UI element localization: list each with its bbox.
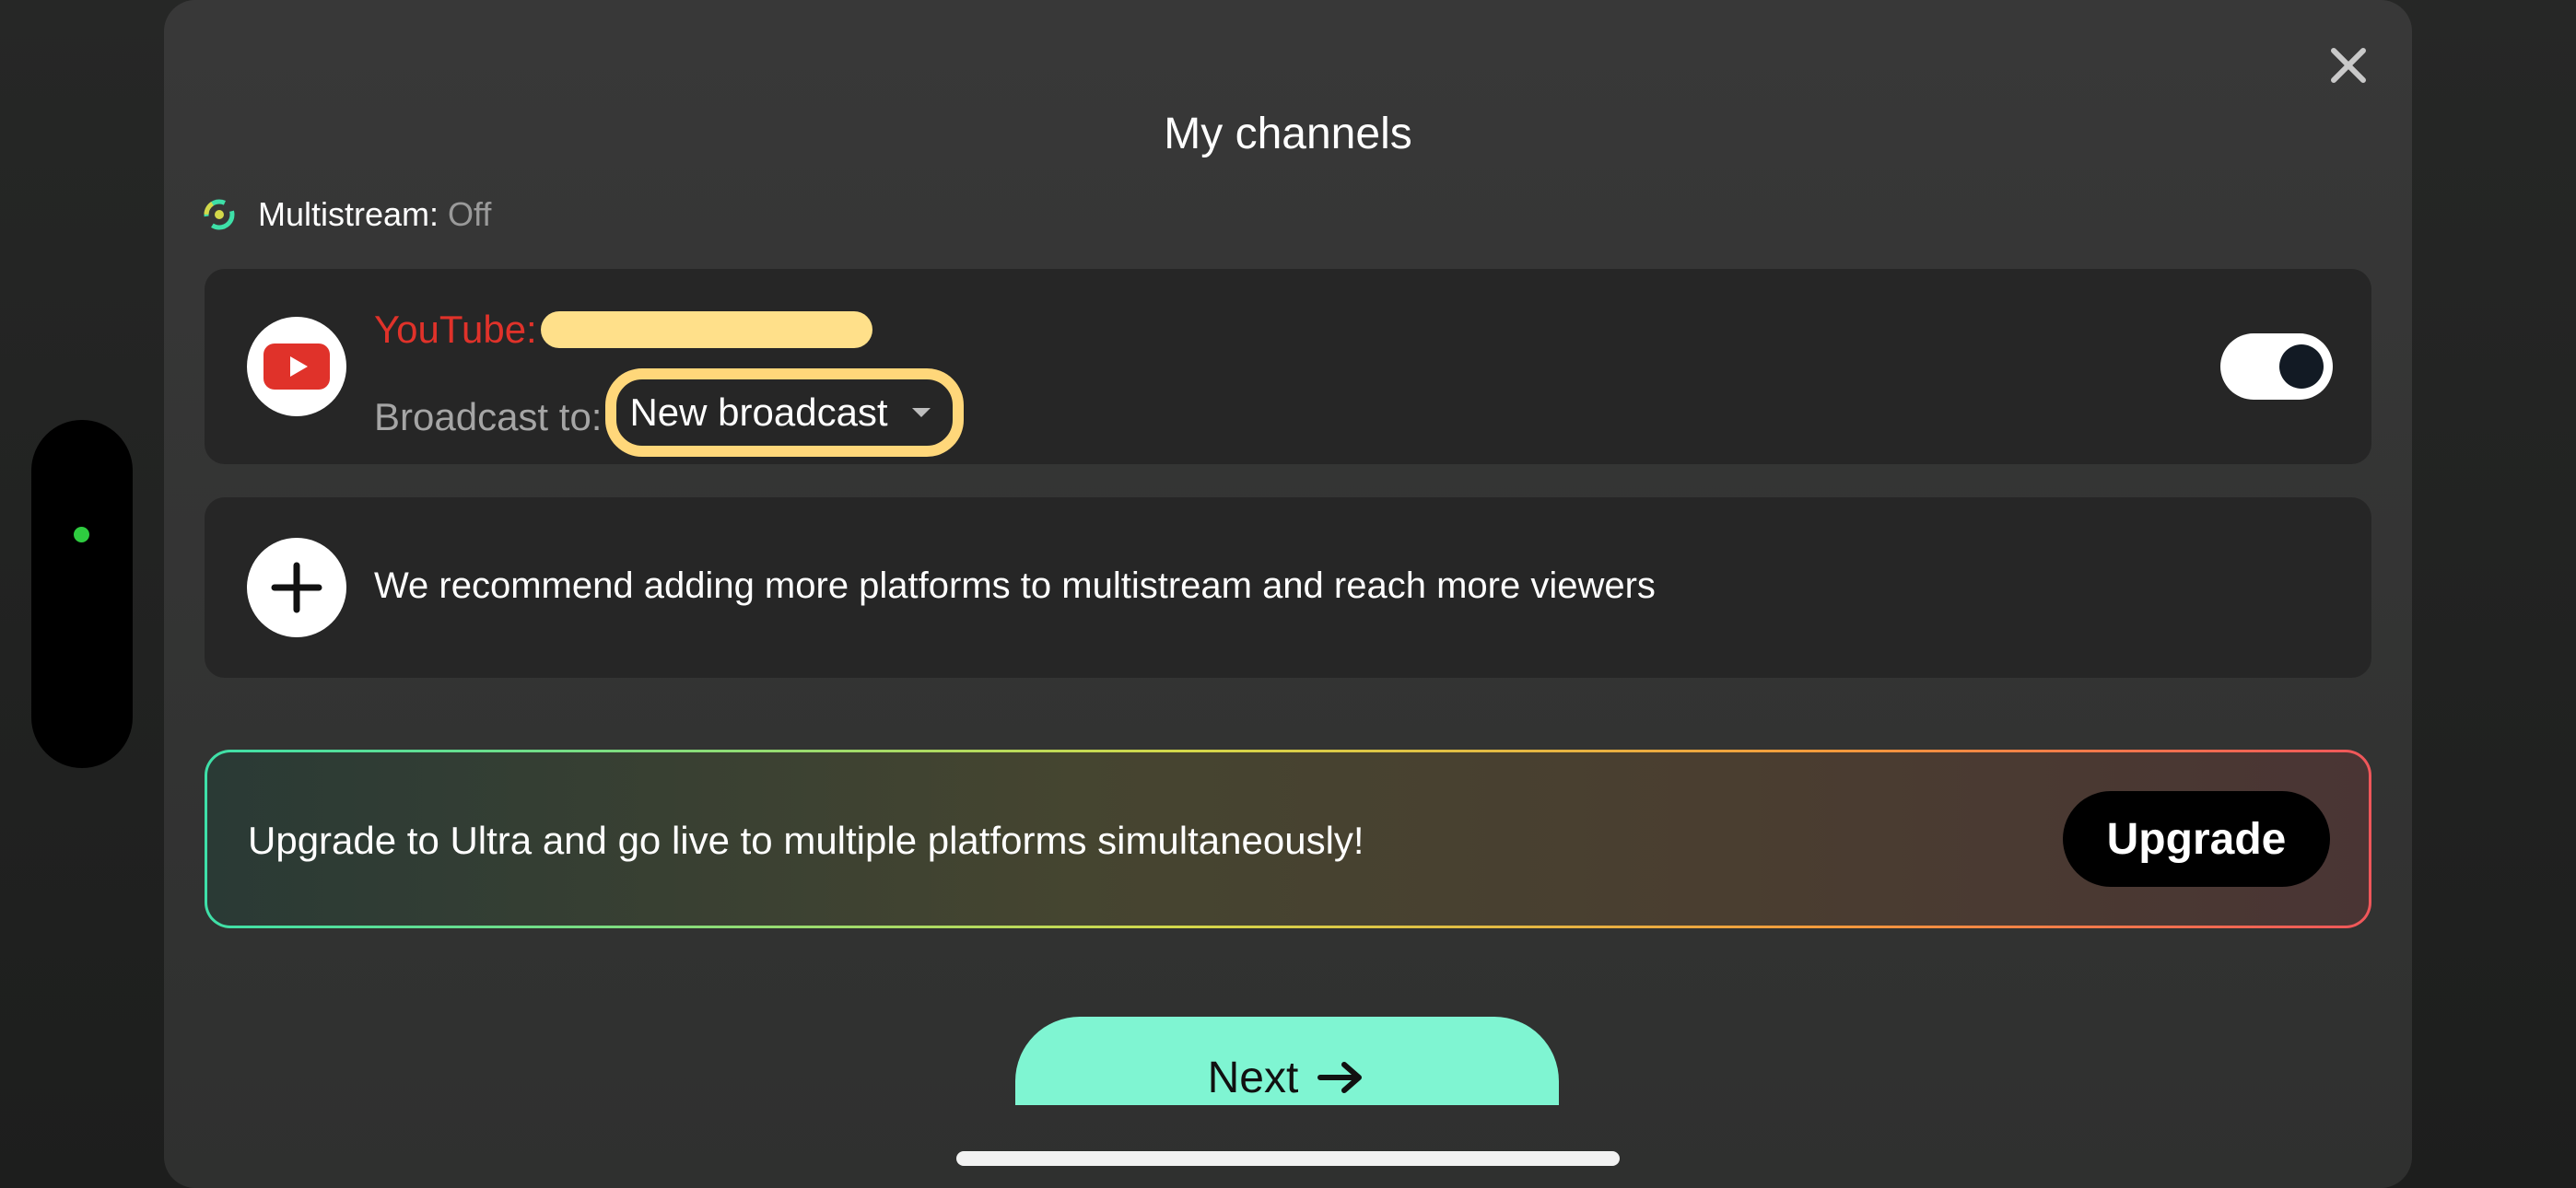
toggle-knob [2279,344,2324,389]
multistream-status: Multistream: Off [201,195,491,234]
add-platform-button[interactable] [247,538,346,637]
home-indicator[interactable] [956,1151,1620,1166]
channel-card-youtube: YouTube: Be Broadcast to: New broadcast [205,269,2371,464]
youtube-avatar [247,317,346,416]
multistream-value: Off [448,195,492,233]
broadcast-dropdown[interactable]: New broadcast [605,368,964,457]
add-platform-text: We recommend adding more platforms to mu… [374,565,1656,606]
multistream-label: Multistream: [258,195,439,233]
live-indicator-dot [74,527,89,542]
next-button[interactable]: Next [1015,1017,1559,1105]
broadcast-row: Broadcast to: New broadcast [374,368,964,457]
plus-icon [271,562,322,613]
modal-title: My channels [1164,110,1412,158]
next-button-label: Next [1207,1053,1299,1102]
youtube-icon [263,344,330,390]
close-icon [2331,48,2366,83]
close-button[interactable] [2322,39,2375,92]
redaction-mark [540,311,872,348]
side-camera-pill [31,420,133,768]
upgrade-banner-inner: Upgrade to Ultra and go live to multiple… [207,752,2369,926]
channel-title: YouTube: Be [374,308,872,352]
channel-account-name: Be [540,308,872,352]
arrow-right-icon [1317,1062,1363,1093]
next-button-content: Next [1208,1017,1367,1105]
add-platform-card[interactable]: We recommend adding more platforms to mu… [205,497,2371,678]
chevron-down-icon [911,408,931,417]
broadcast-label: Broadcast to: [374,395,603,438]
channel-toggle[interactable] [2220,333,2333,400]
multistream-icon [204,199,235,230]
upgrade-banner: Upgrade to Ultra and go live to multiple… [205,750,2371,928]
broadcast-value: New broadcast [629,390,888,434]
channel-platform: YouTube: [374,308,537,351]
upgrade-text: Upgrade to Ultra and go live to multiple… [248,819,1364,862]
upgrade-button[interactable]: Upgrade [2063,791,2330,887]
